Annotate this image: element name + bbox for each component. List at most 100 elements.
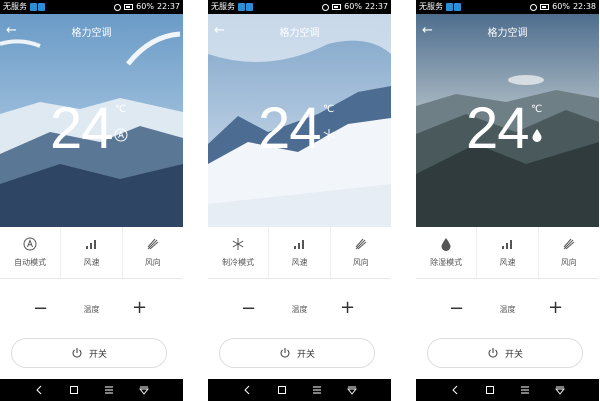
- fan-speed-label: 风速: [291, 258, 308, 267]
- nav-back-icon[interactable]: [34, 385, 44, 395]
- power-label: 开关: [296, 349, 315, 360]
- system-nav-bar: [0, 379, 183, 401]
- alarm-icon: [322, 3, 330, 11]
- fan-speed-button[interactable]: 风速: [61, 227, 123, 278]
- power-icon: [280, 348, 290, 358]
- mode-button[interactable]: 制冷模式: [208, 227, 270, 278]
- temperature-control: − 温度 +: [208, 296, 391, 322]
- nav-home-icon[interactable]: [69, 385, 79, 395]
- snowflake-icon: [232, 238, 244, 250]
- fan-speed-label: 风速: [499, 258, 516, 267]
- nav-back-icon[interactable]: [242, 385, 252, 395]
- wind-direction-icon: [147, 238, 159, 250]
- nav-menu-icon[interactable]: [312, 385, 322, 395]
- fan-speed-bars-icon: [294, 240, 305, 249]
- wind-direction-button[interactable]: 风向: [123, 227, 183, 278]
- page-title: 格力空调: [71, 28, 112, 39]
- battery-icon: [124, 4, 134, 10]
- temperature-label: 温度: [291, 305, 308, 314]
- alarm-icon: [114, 3, 122, 11]
- phone-screen-dry: 无服务 60% 22:38 ← 格力空调 24 ℃ 除湿模式 风速 风向 − 温…: [416, 0, 599, 401]
- status-bar: 无服务 60% 22:37: [0, 0, 183, 14]
- option-row: 自动模式 风速 风向: [0, 227, 183, 279]
- page-title: 格力空调: [487, 28, 528, 39]
- power-icon: [488, 348, 498, 358]
- temperature-control: − 温度 +: [0, 296, 183, 322]
- battery-percent: 60%: [136, 2, 154, 11]
- alarm-icon: [530, 3, 538, 11]
- option-row: 制冷模式 风速 风向: [208, 227, 391, 279]
- power-label: 开关: [88, 349, 107, 360]
- fan-speed-button[interactable]: 风速: [269, 227, 331, 278]
- notification-badges: [30, 3, 45, 11]
- carrier-text: 无服务: [211, 2, 235, 11]
- temperature-increase-button[interactable]: +: [548, 299, 563, 317]
- phone-screen-cool: 无服务 60% 22:37 ← 格力空调 24 ℃ 制冷模式 风速 风向 − 温…: [208, 0, 391, 401]
- mode-button[interactable]: 除湿模式: [416, 227, 478, 278]
- battery-percent: 60%: [344, 2, 362, 11]
- snowflake-icon: [323, 129, 335, 141]
- temperature-label: 温度: [499, 305, 516, 314]
- wind-direction-icon: [355, 238, 367, 250]
- wind-direction-button[interactable]: 风向: [539, 227, 599, 278]
- water-drop-icon: [532, 129, 542, 142]
- power-icon: [72, 348, 82, 358]
- power-button[interactable]: 开关: [219, 338, 375, 368]
- nav-menu-icon[interactable]: [104, 385, 114, 395]
- temperature-increase-button[interactable]: +: [132, 299, 147, 317]
- battery-percent: 60%: [552, 2, 570, 11]
- fan-speed-bars-icon: [86, 240, 97, 249]
- option-row: 除湿模式 风速 风向: [416, 227, 599, 279]
- temperature-display: 24: [466, 96, 530, 161]
- battery-icon: [540, 4, 550, 10]
- nav-home-icon[interactable]: [485, 385, 495, 395]
- temperature-unit: ℃: [531, 104, 543, 115]
- temperature-control: − 温度 +: [416, 296, 599, 322]
- clock: 22:37: [364, 2, 388, 11]
- temperature-increase-button[interactable]: +: [340, 299, 355, 317]
- auto-a-icon: [114, 128, 128, 142]
- hero-image-valley: ← 格力空调 24 ℃: [416, 14, 599, 227]
- nav-back-icon[interactable]: [450, 385, 460, 395]
- temperature-label: 温度: [83, 305, 100, 314]
- hero-image-snow-mountain: ← 格力空调 24 ℃: [208, 14, 391, 227]
- nav-notification-icon[interactable]: [138, 385, 149, 395]
- wind-direction-button[interactable]: 风向: [331, 227, 391, 278]
- nav-notification-icon[interactable]: [346, 385, 357, 395]
- temperature-unit: ℃: [323, 104, 335, 115]
- wind-direction-label: 风向: [560, 258, 577, 267]
- status-bar: 无服务 60% 22:37: [208, 0, 391, 14]
- wind-direction-icon: [563, 238, 575, 250]
- temperature-unit: ℃: [115, 104, 127, 115]
- power-label: 开关: [504, 349, 523, 360]
- clock: 22:37: [156, 2, 180, 11]
- nav-menu-icon[interactable]: [520, 385, 530, 395]
- clock: 22:38: [572, 2, 596, 11]
- power-button[interactable]: 开关: [427, 338, 583, 368]
- hero-image-paraglider: ← 格力空调 24 ℃: [0, 14, 183, 227]
- wind-direction-label: 风向: [352, 258, 369, 267]
- page-title: 格力空调: [279, 28, 320, 39]
- mode-label: 自动模式: [14, 258, 47, 267]
- carrier-text: 无服务: [419, 2, 443, 11]
- status-bar: 无服务 60% 22:38: [416, 0, 599, 14]
- wind-direction-label: 风向: [144, 258, 161, 267]
- power-button[interactable]: 开关: [11, 338, 167, 368]
- mode-label: 制冷模式: [222, 258, 255, 267]
- system-nav-bar: [416, 379, 599, 401]
- battery-icon: [332, 4, 342, 10]
- fan-speed-bars-icon: [502, 240, 513, 249]
- auto-a-icon: [23, 237, 37, 251]
- nav-home-icon[interactable]: [277, 385, 287, 395]
- fan-speed-label: 风速: [83, 258, 100, 267]
- notification-badges: [238, 3, 253, 11]
- mode-button[interactable]: 自动模式: [0, 227, 62, 278]
- phone-screen-auto: 无服务 60% 22:37 ← 格力空调 24 ℃ 自动模式 风速 风向 − 温…: [0, 0, 183, 401]
- nav-notification-icon[interactable]: [554, 385, 565, 395]
- mode-label: 除湿模式: [430, 258, 463, 267]
- water-drop-icon: [441, 238, 451, 251]
- system-nav-bar: [208, 379, 391, 401]
- carrier-text: 无服务: [3, 2, 27, 11]
- fan-speed-button[interactable]: 风速: [477, 227, 539, 278]
- temperature-display: 24: [50, 96, 114, 161]
